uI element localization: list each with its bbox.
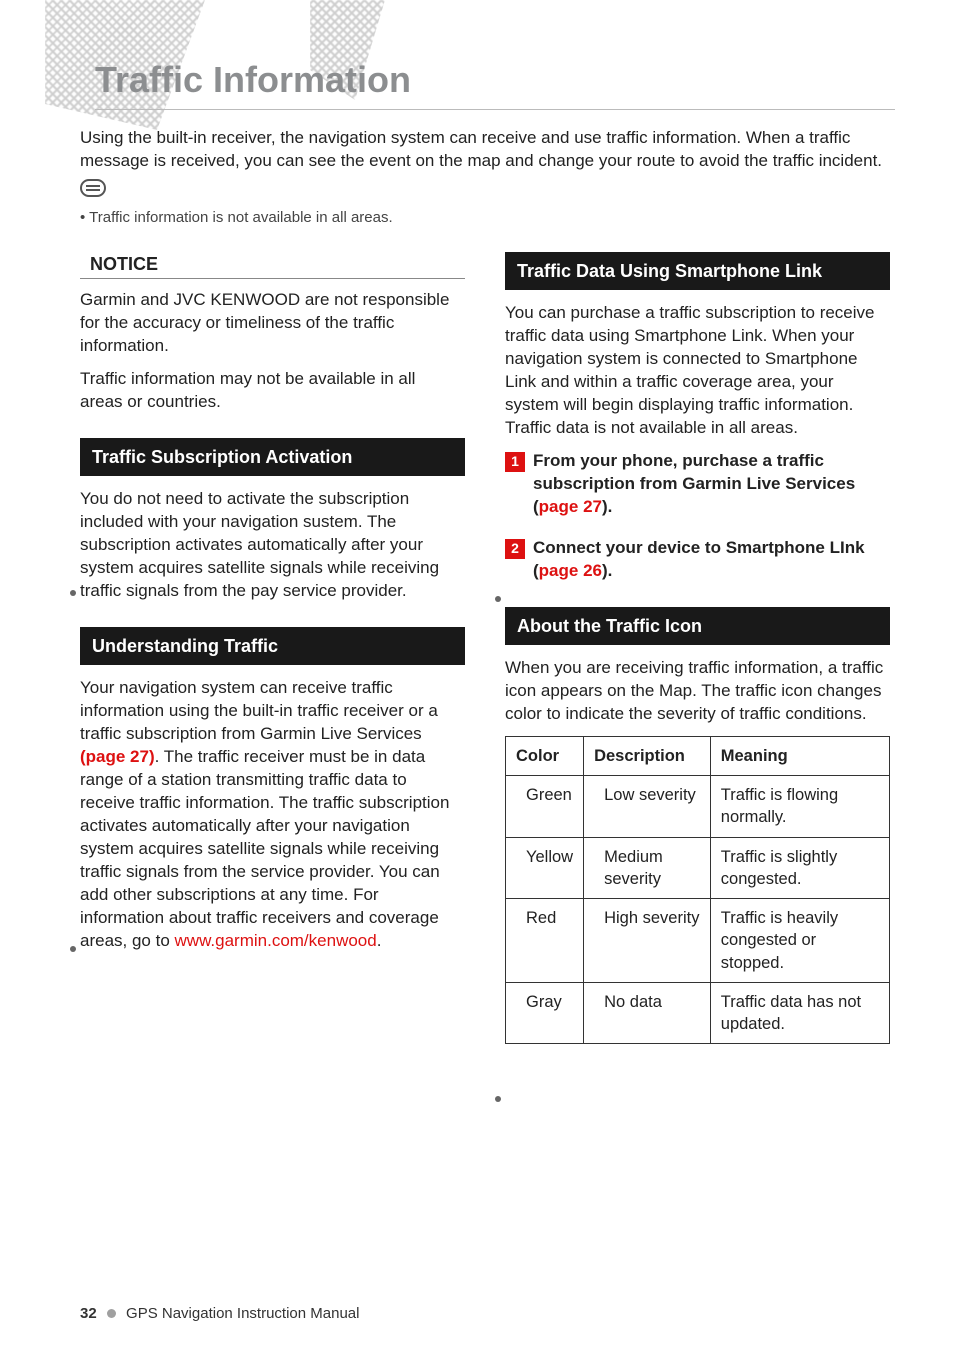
cell-desc: High severity bbox=[584, 899, 711, 983]
cell-desc: Medium severity bbox=[584, 837, 711, 899]
page-number: 32 bbox=[80, 1305, 97, 1322]
th-meaning: Meaning bbox=[710, 736, 889, 775]
traffic-icon-table: Color Description Meaning Green Low seve… bbox=[505, 736, 890, 1045]
footer-dot-icon bbox=[107, 1309, 116, 1318]
footer-title: GPS Navigation Instruction Manual bbox=[126, 1305, 359, 1322]
step-2-number: 2 bbox=[505, 539, 525, 559]
table-row: Gray No data Traffic data has not update… bbox=[506, 982, 890, 1044]
understanding-mid: . The traffic receiver must be in data r… bbox=[80, 747, 449, 950]
section-divider-dot bbox=[495, 596, 501, 602]
understanding-body: Your navigation system can receive traff… bbox=[80, 677, 461, 952]
understanding-pre: Your navigation system can receive traff… bbox=[80, 678, 438, 743]
cell-meaning: Traffic data has not updated. bbox=[710, 982, 889, 1044]
cell-desc: No data bbox=[584, 982, 711, 1044]
section-divider-dot bbox=[70, 590, 76, 596]
icon-body: When you are receiving traffic informati… bbox=[505, 657, 886, 726]
step-1-number: 1 bbox=[505, 452, 525, 472]
step-2-text: Connect your device to Smartphone LInk (… bbox=[533, 537, 886, 583]
page-link-26[interactable]: page 26 bbox=[539, 561, 602, 580]
cell-desc: Low severity bbox=[584, 775, 711, 837]
smartphone-body: You can purchase a traffic subscription … bbox=[505, 302, 886, 440]
section-understanding-heading: Understanding Traffic bbox=[80, 627, 465, 665]
table-row: Red High severity Traffic is heavily con… bbox=[506, 899, 890, 983]
th-description: Description bbox=[584, 736, 711, 775]
cell-color: Gray bbox=[506, 982, 584, 1044]
page-footer: 32 GPS Navigation Instruction Manual bbox=[80, 1304, 359, 1324]
right-column: Traffic Data Using Smartphone Link You c… bbox=[505, 252, 890, 1044]
cell-meaning: Traffic is slightly congested. bbox=[710, 837, 889, 899]
section-icon-heading: About the Traffic Icon bbox=[505, 607, 890, 645]
table-row: Yellow Medium severity Traffic is slight… bbox=[506, 837, 890, 899]
left-column: NOTICE Garmin and JVC KENWOOD are not re… bbox=[80, 252, 465, 1044]
notice-heading: NOTICE bbox=[80, 252, 465, 279]
intro-body: Using the built-in receiver, the navigat… bbox=[80, 127, 890, 173]
step-1: 1 From your phone, purchase a traffic su… bbox=[505, 450, 886, 519]
external-link-garmin[interactable]: www.garmin.com/kenwood bbox=[175, 931, 377, 950]
notice-p1: Garmin and JVC KENWOOD are not responsib… bbox=[80, 289, 461, 358]
page-link-27[interactable]: (page 27) bbox=[80, 747, 155, 766]
page-title: Traffic Information bbox=[95, 56, 895, 110]
note-icon bbox=[80, 179, 106, 197]
understanding-post: . bbox=[377, 931, 382, 950]
page-link-27[interactable]: page 27 bbox=[539, 497, 602, 516]
cell-meaning: Traffic is heavily congested or stopped. bbox=[710, 899, 889, 983]
section-divider-dot bbox=[70, 946, 76, 952]
step-2: 2 Connect your device to Smartphone LInk… bbox=[505, 537, 886, 583]
table-row: Green Low severity Traffic is flowing no… bbox=[506, 775, 890, 837]
section-divider-dot bbox=[495, 1096, 501, 1102]
step-1-text: From your phone, purchase a traffic subs… bbox=[533, 450, 886, 519]
th-color: Color bbox=[506, 736, 584, 775]
section-smartphone-heading: Traffic Data Using Smartphone Link bbox=[505, 252, 890, 290]
table-header-row: Color Description Meaning bbox=[506, 736, 890, 775]
section-activation-heading: Traffic Subscription Activation bbox=[80, 438, 465, 476]
intro-note: • Traffic information is not available i… bbox=[80, 208, 890, 228]
activation-body: You do not need to activate the subscrip… bbox=[80, 488, 461, 603]
notice-p2: Traffic information may not be available… bbox=[80, 368, 461, 414]
cell-color: Yellow bbox=[506, 837, 584, 899]
cell-color: Green bbox=[506, 775, 584, 837]
cell-color: Red bbox=[506, 899, 584, 983]
cell-meaning: Traffic is flowing normally. bbox=[710, 775, 889, 837]
